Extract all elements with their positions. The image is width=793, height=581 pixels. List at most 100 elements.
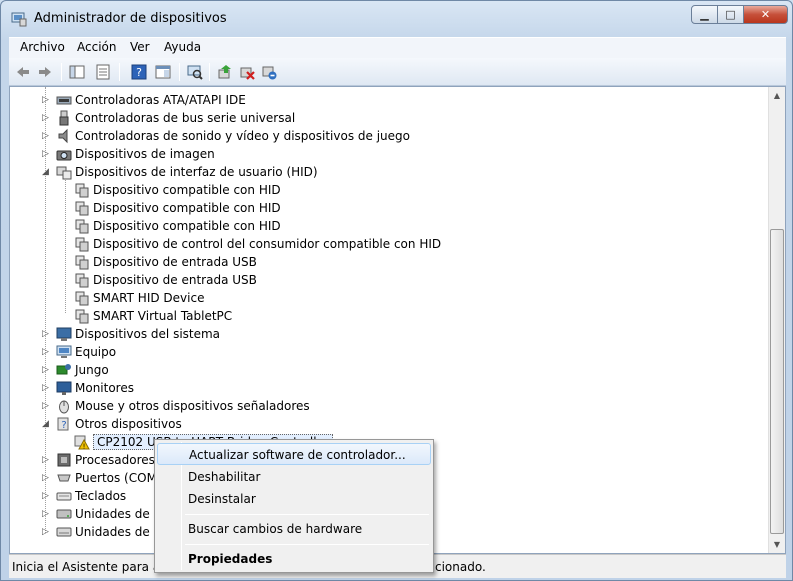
tree-category[interactable]: ▷ Dispositivos del sistema (42, 325, 220, 343)
tree-category[interactable]: ▷ Equipo (42, 343, 117, 361)
status-text-tail: cionado. (435, 560, 486, 574)
tree-device[interactable]: Dispositivo compatible con HID (74, 199, 281, 217)
disable-menu-item[interactable]: Deshabilitar (157, 466, 431, 488)
expand-arrow-icon[interactable]: ▷ (42, 114, 51, 123)
tree-node-label: Dispositivo compatible con HID (93, 219, 281, 233)
expand-arrow-icon[interactable]: ▷ (42, 492, 51, 501)
tree-node-label: Teclados (75, 489, 127, 503)
tree-node-label: Dispositivos de interfaz de usuario (HID… (75, 165, 318, 179)
tree-category[interactable]: ▷ Dispositivos de imagen (42, 145, 215, 163)
close-button[interactable]: ✕ (744, 5, 788, 24)
tree-device[interactable]: SMART Virtual TabletPC (74, 307, 232, 325)
menu-item-label: Deshabilitar (188, 470, 261, 484)
update-driver-icon[interactable] (217, 64, 233, 80)
expand-arrow-icon[interactable]: ▷ (42, 348, 51, 357)
tree-node-label: Dispositivo de entrada USB (93, 255, 257, 269)
tree-node-label: SMART Virtual TabletPC (93, 309, 233, 323)
expand-arrow-icon[interactable]: ▷ (42, 330, 51, 339)
show-hide-tree-icon[interactable] (69, 64, 85, 80)
tree-guide-line (65, 178, 66, 313)
uninstall-icon[interactable] (239, 64, 255, 80)
tree-node-label: Equipo (75, 345, 117, 359)
toolbar-separator (61, 63, 62, 81)
tree-node-label: Monitores (75, 381, 134, 395)
toolbar: ? (9, 58, 786, 86)
ide-controller-icon (56, 96, 72, 105)
scroll-up-arrow[interactable]: ▲ (769, 87, 785, 104)
tree-category[interactable]: ▷ Teclados (42, 487, 127, 505)
tree-node-label: Dispositivo compatible con HID (93, 201, 281, 215)
tree-device[interactable]: Dispositivo de control del consumidor co… (74, 235, 441, 253)
expand-arrow-icon[interactable]: ▷ (42, 150, 51, 159)
hid-device-icon (75, 183, 89, 198)
jungo-icon (56, 364, 71, 375)
toolbar-separator (209, 63, 210, 81)
tree-device[interactable]: Dispositivo de entrada USB (74, 271, 257, 289)
tree-category[interactable]: ▷ Controladoras ATA/ATAPI IDE (42, 91, 246, 109)
vertical-scrollbar[interactable]: ▲ ▼ (768, 87, 785, 553)
forward-icon[interactable] (37, 64, 53, 80)
expand-arrow-icon[interactable]: ▷ (42, 96, 51, 105)
properties-menu-item[interactable]: Propiedades (157, 548, 431, 570)
svg-text:?: ? (61, 420, 66, 431)
tree-category[interactable]: ▷ Controladoras de bus serie universal (42, 109, 295, 127)
system-devices-icon (56, 327, 72, 341)
tree-device[interactable]: Dispositivo compatible con HID (74, 217, 281, 235)
scroll-down-arrow[interactable]: ▼ (769, 536, 785, 553)
back-icon[interactable] (15, 64, 31, 80)
tree-node-label: Otros dispositivos (75, 417, 182, 431)
scan-hardware-icon[interactable] (187, 64, 203, 80)
tree-category[interactable]: ▷ Procesadores (42, 451, 155, 469)
expand-arrow-icon[interactable]: ▷ (42, 528, 51, 537)
tree-category[interactable]: ▷ Jungo (42, 361, 109, 379)
tree-category[interactable]: ▷ Controladoras de sonido y vídeo y dispo… (42, 127, 410, 145)
disable-icon[interactable] (261, 64, 277, 80)
tree-node-label: Procesadores (75, 453, 155, 467)
properties-icon[interactable] (95, 64, 111, 80)
other-devices-icon: ? (57, 417, 69, 431)
menu-item-label: Desinstalar (188, 492, 256, 506)
tree-category[interactable]: ◢? Otros dispositivos (42, 415, 182, 433)
tree-node-label: SMART HID Device (93, 291, 205, 305)
toolbar-separator (179, 63, 180, 81)
hid-device-icon (75, 255, 89, 270)
tree-category[interactable]: ▷ Monitores (42, 379, 134, 397)
menu-accion[interactable]: Acción (77, 40, 116, 54)
tree-device[interactable]: Dispositivo de entrada USB (74, 253, 257, 271)
context-menu-separator (185, 514, 429, 515)
title-bar[interactable]: Administrador de dispositivos ▁ □ ✕ (1, 1, 793, 35)
expand-arrow-icon[interactable]: ▷ (42, 366, 51, 375)
console-icon[interactable] (155, 64, 171, 80)
scroll-thumb[interactable] (770, 229, 784, 534)
expand-arrow-icon[interactable]: ▷ (42, 132, 51, 141)
computer-icon (56, 345, 72, 358)
window-controls: ▁ □ ✕ (691, 5, 788, 27)
scan-hardware-menu-item[interactable]: Buscar cambios de hardware (157, 518, 431, 540)
menu-ver[interactable]: Ver (130, 40, 150, 54)
expand-arrow-icon[interactable]: ▷ (42, 384, 51, 393)
maximize-button[interactable]: □ (718, 5, 744, 24)
tree-node-label: Dispositivo de control del consumidor co… (93, 237, 442, 251)
update-driver-menu-item[interactable]: Actualizar software de controlador... (157, 443, 431, 465)
dvd-icon (56, 527, 72, 537)
expand-arrow-icon[interactable]: ▷ (42, 456, 51, 465)
menu-archivo[interactable]: Archivo (20, 40, 65, 54)
uninstall-menu-item[interactable]: Desinstalar (157, 488, 431, 510)
port-icon (57, 474, 71, 482)
tree-device[interactable]: Dispositivo compatible con HID (74, 181, 281, 199)
menu-item-label: Buscar cambios de hardware (188, 522, 363, 536)
tree-category[interactable]: ◢ Dispositivos de interfaz de usuario (HI… (42, 163, 318, 181)
tree-node-label: Mouse y otros dispositivos señaladores (75, 399, 310, 413)
tree-device[interactable]: SMART HID Device (74, 289, 204, 307)
minimize-button[interactable]: ▁ (691, 5, 718, 24)
menu-ayuda[interactable]: Ayuda (164, 40, 201, 54)
collapse-arrow-icon[interactable]: ◢ (42, 420, 51, 429)
expand-arrow-icon[interactable]: ▷ (42, 474, 51, 483)
svg-text:?: ? (136, 66, 142, 79)
help-icon[interactable]: ? (131, 64, 147, 80)
expand-arrow-icon[interactable]: ▷ (42, 402, 51, 411)
hid-device-icon (75, 309, 89, 324)
tree-category[interactable]: ▷ Mouse y otros dispositivos señaladores (42, 397, 310, 415)
expand-arrow-icon[interactable]: ▷ (42, 510, 51, 519)
collapse-arrow-icon[interactable]: ◢ (42, 168, 51, 177)
